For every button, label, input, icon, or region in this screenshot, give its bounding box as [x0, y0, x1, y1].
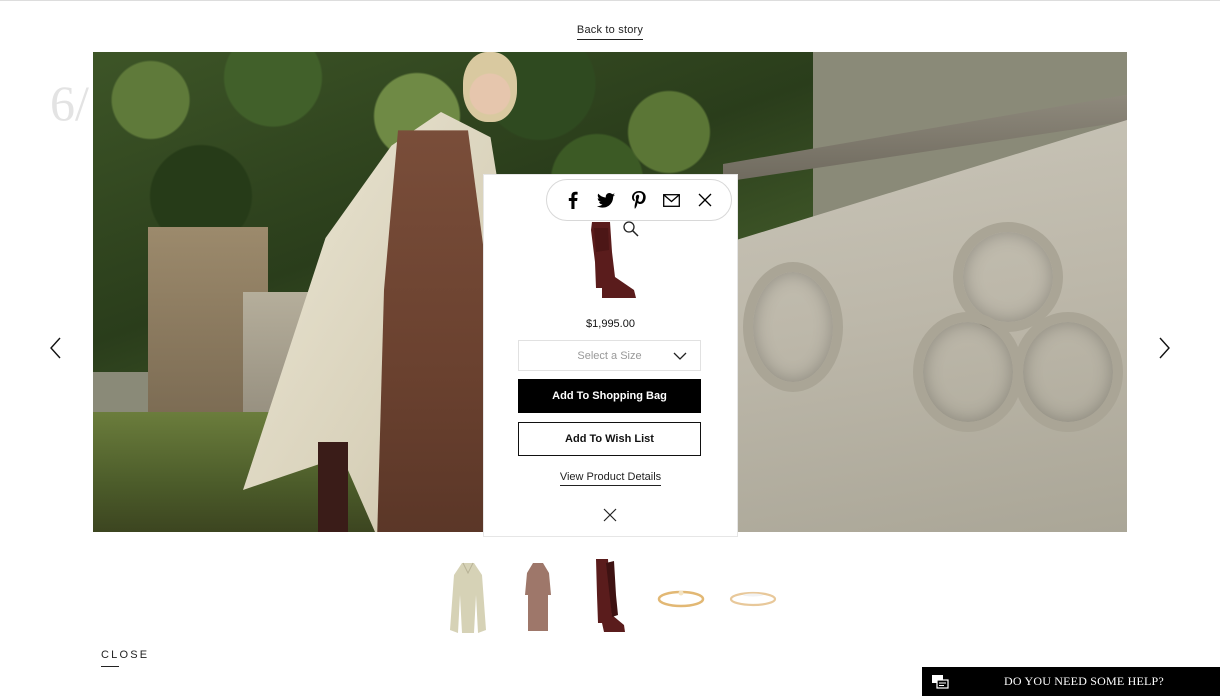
- chat-icon: [932, 674, 949, 689]
- chevron-right-icon[interactable]: [1157, 337, 1171, 359]
- close-icon[interactable]: [694, 189, 716, 211]
- zoom-icon[interactable]: [622, 220, 640, 238]
- wall-carving: [913, 312, 1023, 432]
- twitter-icon[interactable]: [595, 189, 617, 211]
- facebook-icon[interactable]: [562, 189, 584, 211]
- thumbnail-strip: [440, 555, 790, 640]
- help-chat-bar[interactable]: DO YOU NEED SOME HELP?: [922, 667, 1220, 696]
- back-to-story-link[interactable]: Back to story: [576, 24, 644, 40]
- model-head: [463, 52, 517, 122]
- close-icon[interactable]: [603, 508, 617, 522]
- view-product-details-link[interactable]: View Product Details: [559, 471, 662, 486]
- model-boot: [318, 442, 348, 532]
- thumbnail-knee-boots[interactable]: [590, 555, 630, 640]
- top-divider: [0, 0, 1220, 1]
- close-underline: [101, 666, 119, 667]
- share-bar: [546, 179, 732, 221]
- pinterest-icon[interactable]: [628, 189, 650, 211]
- chevron-left-icon[interactable]: [49, 337, 63, 359]
- thumbnail-trench-coat[interactable]: [448, 555, 488, 640]
- wall-carving: [1013, 312, 1123, 432]
- thumbnail-knit-dress[interactable]: [520, 555, 556, 640]
- help-label: DO YOU NEED SOME HELP?: [1004, 674, 1164, 688]
- close-link[interactable]: CLOSE: [101, 649, 149, 661]
- thumbnail-diamond-band[interactable]: [727, 555, 779, 640]
- view-details: View Product Details: [483, 467, 738, 486]
- email-icon[interactable]: [661, 189, 683, 211]
- back-to-story: Back to story: [0, 20, 1220, 40]
- product-price: $1,995.00: [586, 318, 635, 330]
- add-to-wishlist-button[interactable]: Add To Wish List: [518, 422, 701, 456]
- chevron-down-icon: [673, 352, 687, 360]
- wall-carving: [743, 262, 843, 392]
- thumbnail-gold-ring[interactable]: [655, 555, 707, 640]
- slide-number: 6/: [50, 75, 89, 131]
- add-to-bag-button[interactable]: Add To Shopping Bag: [518, 379, 701, 413]
- size-select[interactable]: Select a Size: [518, 340, 701, 371]
- size-select-label: Select a Size: [577, 349, 642, 362]
